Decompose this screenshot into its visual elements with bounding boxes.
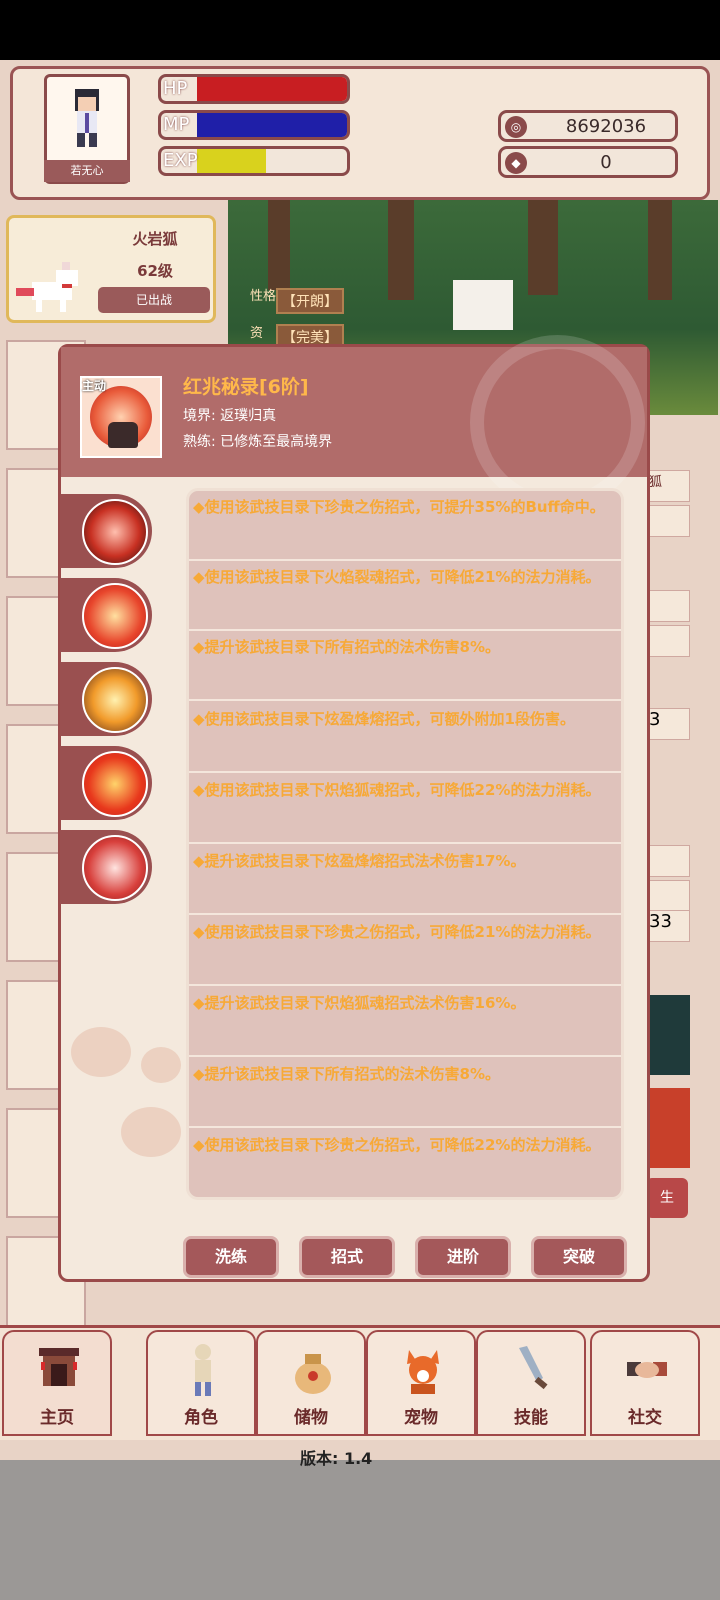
skill-title: 红兆秘录[6阶] [183, 376, 309, 398]
bottom-area [0, 1460, 720, 1600]
aptitude-label: 资 [250, 326, 264, 341]
bag-icon [295, 1354, 331, 1394]
effect-row: ◆使用该武技目录下炫盈烽熔招式，可额外附加1段伤害。 [189, 703, 621, 773]
skill-realm: 境界: 返璞归真 [183, 408, 277, 424]
nav-character[interactable]: 角色 [146, 1330, 256, 1436]
nav-skills[interactable]: 技能 [476, 1330, 586, 1436]
nav-home[interactable]: 主页 [2, 1330, 112, 1436]
nav-storage[interactable]: 储物 [256, 1330, 366, 1436]
move-tab-4[interactable] [60, 746, 152, 820]
advance-button[interactable]: 进阶 [415, 1236, 511, 1278]
coin-icon: ◎ [505, 116, 527, 138]
right-peek-button[interactable]: 生 [646, 1178, 688, 1218]
right-peek-image [650, 1088, 690, 1168]
skill-mastery: 熟练: 已修炼至最高境界 [183, 434, 333, 450]
fox-sprite [16, 262, 78, 312]
move-tab-3[interactable] [60, 662, 152, 736]
right-peek-box [648, 590, 690, 622]
coin-counter[interactable]: ◎ 8692036 [498, 110, 678, 142]
effect-row: ◆使用该武技目录下珍贵之伤招式，可提升35%的Buff命中。 [189, 491, 621, 561]
hp-bar-fill [197, 77, 347, 101]
gem-value: 0 [600, 152, 612, 173]
right-peek-box: 33 [648, 910, 690, 942]
exp-label: EXP [163, 150, 198, 171]
right-peek-box: 狐 [648, 470, 690, 502]
skill-type-tag: 主动 [82, 379, 107, 393]
coin-value: 8692036 [565, 116, 647, 137]
right-peek-box [648, 505, 690, 537]
effect-list: ◆使用该武技目录下珍贵之伤招式，可提升35%的Buff命中。 ◆使用该武技目录下… [186, 488, 624, 1200]
mp-bar-fill [197, 113, 347, 137]
right-peek-box: 3 [648, 708, 690, 740]
mp-label: MP [163, 114, 190, 135]
effect-row: ◆使用该武技目录下珍贵之伤招式，可降低21%的法力消耗。 [189, 916, 621, 986]
move-tab-5[interactable] [60, 830, 152, 904]
handshake-icon [627, 1362, 667, 1378]
status-bar [0, 0, 720, 60]
nav-home-label: 主页 [40, 1408, 74, 1428]
nav-pet[interactable]: 宠物 [366, 1330, 476, 1436]
effect-row: ◆使用该武技目录下火焰裂魂招式，可降低21%的法力消耗。 [189, 561, 621, 631]
right-peek-box [648, 845, 690, 877]
sword-icon [519, 1346, 548, 1390]
effect-row: ◆提升该武技目录下所有招式的法术伤害8%。 [189, 631, 621, 701]
breakthrough-button[interactable]: 突破 [531, 1236, 627, 1278]
effect-row: ◆使用该武技目录下炽焰狐魂招式，可降低22%的法力消耗。 [189, 774, 621, 844]
player-name: 若无心 [44, 160, 130, 182]
nav-pet-label: 宠物 [404, 1408, 438, 1428]
effect-row: ◆提升该武技目录下炫盈烽熔招式法术伤害17%。 [189, 845, 621, 915]
gem-counter[interactable]: ◆ 0 [498, 146, 678, 178]
nav-character-label: 角色 [184, 1408, 218, 1428]
hp-bar: HP [158, 74, 350, 104]
exp-bar: EXP [158, 146, 350, 176]
refine-button[interactable]: 洗练 [183, 1236, 279, 1278]
nav-storage-label: 储物 [294, 1408, 328, 1428]
move-tabs [60, 480, 180, 904]
gate-icon [39, 1348, 79, 1386]
figure-icon [195, 1344, 211, 1396]
hp-label: HP [163, 78, 188, 99]
right-peek-text: 3 [649, 709, 661, 730]
version-label: 版本: 1.4 [300, 1449, 373, 1468]
exp-bar-fill [197, 149, 266, 173]
moves-button[interactable]: 招式 [299, 1236, 395, 1278]
fox-icon [407, 1350, 439, 1394]
trait-value: 【开朗】 [276, 288, 344, 314]
right-peek-text: 33 [649, 911, 672, 932]
move-tab-2[interactable] [60, 578, 152, 652]
right-peek-image [650, 995, 690, 1075]
effect-row: ◆使用该武技目录下珍贵之伤招式，可降低22%的法力消耗。 [193, 1136, 601, 1154]
emblem-icon [470, 335, 645, 510]
nav-social-label: 社交 [628, 1408, 662, 1428]
mp-bar: MP [158, 110, 350, 140]
move-tab-1[interactable] [60, 494, 152, 568]
trait-label: 性格 [250, 289, 277, 304]
gem-icon: ◆ [505, 152, 527, 174]
pet-level: 62级 [137, 262, 173, 280]
character-sprite [75, 89, 99, 147]
right-peek-box [648, 625, 690, 657]
nav-skills-label: 技能 [514, 1408, 548, 1428]
effect-row: ◆提升该武技目录下炽焰狐魂招式法术伤害16%。 [189, 987, 621, 1057]
pet-deploy-button[interactable]: 已出战 [98, 287, 210, 313]
nav-social[interactable]: 社交 [590, 1330, 700, 1436]
right-peek-text: 狐 [649, 475, 663, 490]
pet-name: 火岩狐 [132, 230, 178, 248]
right-peek-box [648, 880, 690, 912]
effect-row: ◆提升该武技目录下所有招式的法术伤害8%。 [189, 1058, 621, 1128]
